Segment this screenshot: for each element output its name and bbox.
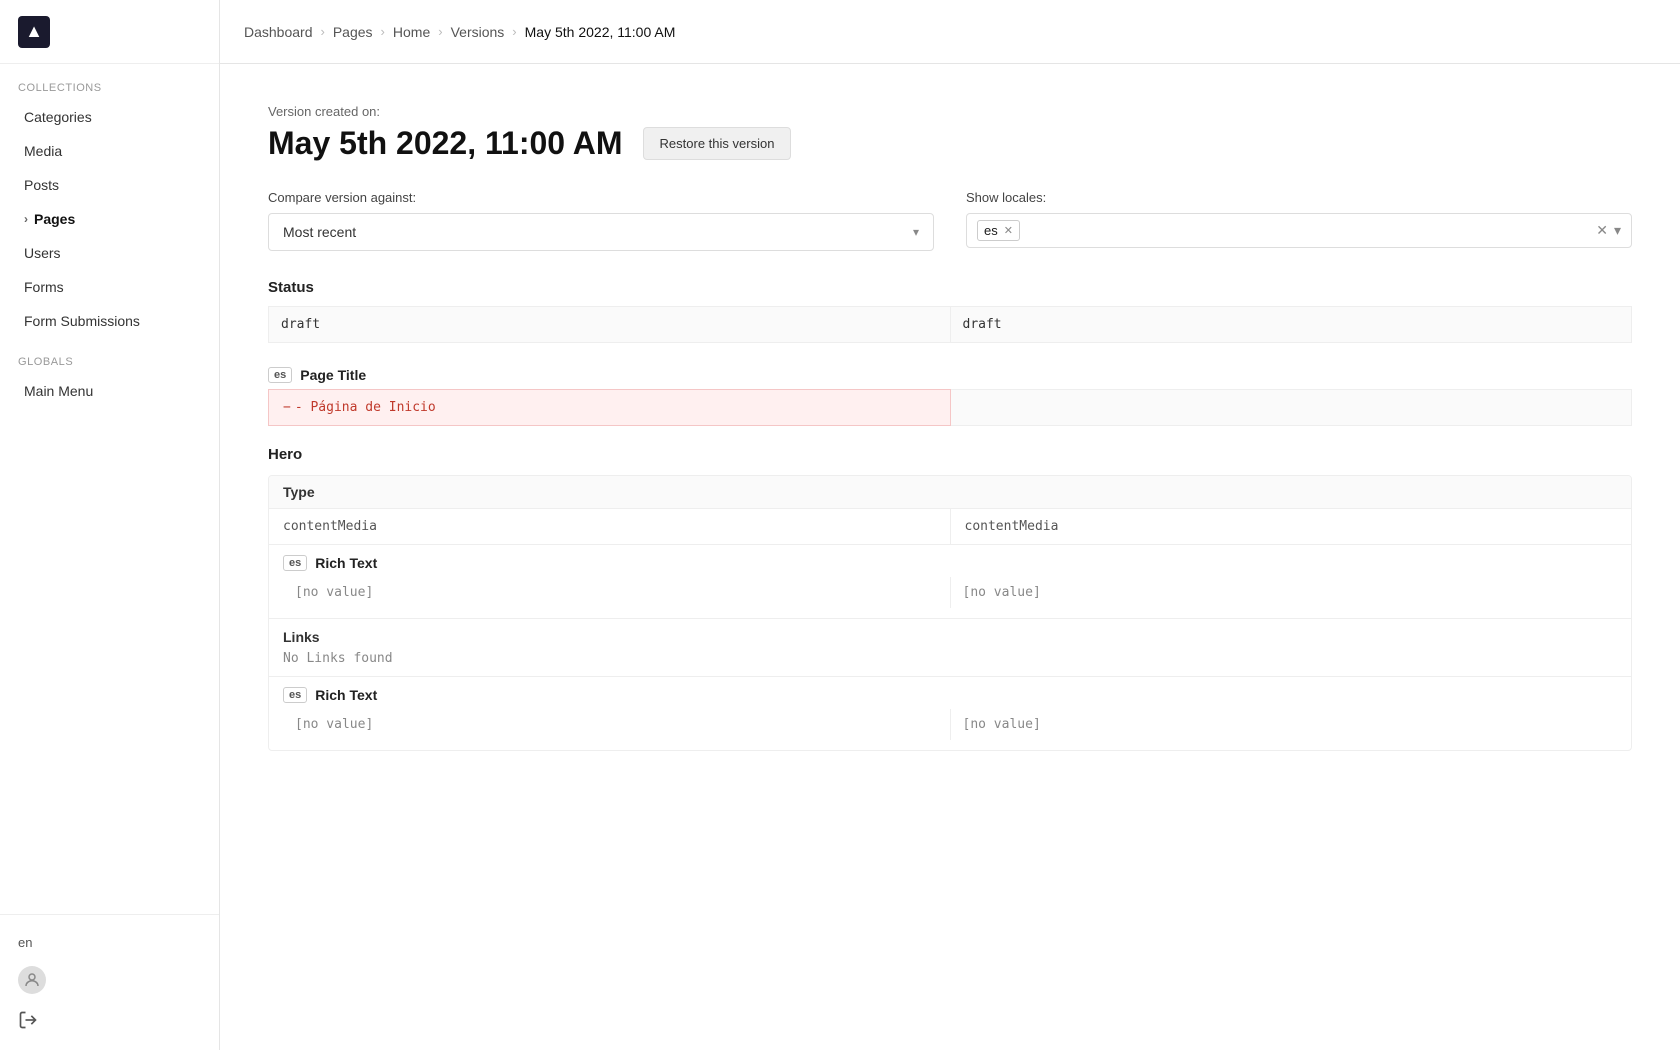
page-title-name: Page Title <box>300 367 366 383</box>
sidebar-item-media[interactable]: Media <box>6 135 213 167</box>
breadcrumb-dashboard[interactable]: Dashboard <box>244 24 313 40</box>
main-container: Dashboard › Pages › Home › Versions › Ma… <box>220 0 1680 1050</box>
breadcrumb-pages[interactable]: Pages <box>333 24 373 40</box>
hero-rich-text-2-section: es Rich Text [no value] [no value] <box>269 676 1631 750</box>
locale-chevron-down-icon[interactable]: ▾ <box>1614 222 1621 239</box>
hero-nested-block: Type contentMedia contentMedia es Rich T… <box>268 475 1632 751</box>
sidebar-item-form-submissions[interactable]: Form Submissions <box>6 305 213 337</box>
hero-section: Hero Type contentMedia contentMedia es R… <box>268 446 1632 751</box>
content-area: Version created on: May 5th 2022, 11:00 … <box>220 64 1680 1050</box>
locale-remove-es[interactable]: ✕ <box>1004 224 1013 237</box>
page-title-right <box>951 389 1633 426</box>
breadcrumb-home[interactable]: Home <box>393 24 430 40</box>
chevron-right-icon: › <box>24 212 28 226</box>
breadcrumb-sep-2: › <box>381 24 385 39</box>
compare-section: Compare version against: Most recent ▾ <box>268 190 934 251</box>
locale-clear-icon[interactable]: ✕ <box>1596 222 1608 239</box>
sidebar: ▲ Collections Categories Media Posts › P… <box>0 0 220 1050</box>
page-title-field: es Page Title −- Página de Inicio <box>268 367 1632 426</box>
sidebar-item-label: Form Submissions <box>24 313 140 329</box>
compare-label: Compare version against: <box>268 190 934 205</box>
compare-dropdown[interactable]: Most recent ▾ <box>268 213 934 251</box>
locale-section: Show locales: es ✕ ✕ ▾ <box>966 190 1632 248</box>
hero-type-right: contentMedia <box>950 509 1632 544</box>
hero-links-empty: No Links found <box>283 651 1617 666</box>
status-section: Status draft draft <box>268 279 1632 343</box>
collections-label: Collections <box>0 64 219 100</box>
hero-rich-text-1-name: Rich Text <box>315 555 377 571</box>
breadcrumb-sep-1: › <box>321 24 325 39</box>
hero-rich-text-1-header: es Rich Text <box>283 555 1617 571</box>
breadcrumb-current: May 5th 2022, 11:00 AM <box>525 24 676 40</box>
topbar: Dashboard › Pages › Home › Versions › Ma… <box>220 0 1680 64</box>
hero-rich-text-1-right: [no value] <box>950 577 1618 608</box>
hero-rich-text-2-left: [no value] <box>283 709 950 740</box>
breadcrumb: Dashboard › Pages › Home › Versions › Ma… <box>244 24 675 40</box>
sidebar-item-label: Forms <box>24 279 64 295</box>
hero-rich-text-2-name: Rich Text <box>315 687 377 703</box>
content-inner: Version created on: May 5th 2022, 11:00 … <box>220 64 1680 1050</box>
hero-type-header: Type <box>269 476 1631 509</box>
sidebar-item-label: Pages <box>34 211 75 227</box>
restore-version-button[interactable]: Restore this version <box>643 127 792 160</box>
page-title-left: −- Página de Inicio <box>268 389 951 426</box>
compare-selected: Most recent <box>283 224 356 240</box>
page-title-locale-badge: es <box>268 367 292 383</box>
locale-label: Show locales: <box>966 190 1632 205</box>
page-title-header: es Page Title <box>268 367 1632 383</box>
chevron-down-icon: ▾ <box>913 225 919 239</box>
sidebar-item-categories[interactable]: Categories <box>6 101 213 133</box>
status-label: Status <box>268 279 1632 296</box>
hero-rich-text-2-row: [no value] [no value] <box>283 709 1617 740</box>
status-right: draft <box>951 306 1633 343</box>
globals-label: Globals <box>0 338 219 374</box>
sidebar-bottom: en <box>0 914 219 1050</box>
hero-links-label: Links <box>283 629 1617 645</box>
hero-rich-text-2-locale: es <box>283 687 307 703</box>
version-title-row: May 5th 2022, 11:00 AM Restore this vers… <box>268 125 1632 162</box>
sidebar-logo: ▲ <box>0 0 219 64</box>
breadcrumb-sep-3: › <box>438 24 442 39</box>
sidebar-item-label: Main Menu <box>24 383 93 399</box>
breadcrumb-sep-4: › <box>512 24 516 39</box>
sidebar-user[interactable] <box>0 958 219 1002</box>
sidebar-item-label: Users <box>24 245 61 261</box>
diff-minus-icon: − <box>283 400 291 415</box>
logout-button[interactable] <box>0 1002 219 1038</box>
locale-controls: ✕ ▾ <box>1596 222 1621 239</box>
locale-value-es: es <box>984 223 998 238</box>
hero-type-left: contentMedia <box>269 509 950 544</box>
version-label: Version created on: <box>268 104 1632 119</box>
page-title-diff-row: −- Página de Inicio <box>268 389 1632 426</box>
status-row: draft draft <box>268 306 1632 343</box>
hero-title: Hero <box>268 446 1632 463</box>
locale-tag-es[interactable]: es ✕ <box>977 220 1020 241</box>
sidebar-item-label: Categories <box>24 109 92 125</box>
status-left: draft <box>268 306 951 343</box>
hero-rich-text-2-right: [no value] <box>950 709 1618 740</box>
hero-rich-text-1-section: es Rich Text [no value] [no value] <box>269 544 1631 618</box>
compare-row: Compare version against: Most recent ▾ S… <box>268 190 1632 251</box>
hero-links-section: Links No Links found <box>269 618 1631 676</box>
locale-box[interactable]: es ✕ ✕ ▾ <box>966 213 1632 248</box>
logo-icon[interactable]: ▲ <box>18 16 50 48</box>
version-title: May 5th 2022, 11:00 AM <box>268 125 623 162</box>
breadcrumb-versions[interactable]: Versions <box>451 24 505 40</box>
sidebar-item-label: Posts <box>24 177 59 193</box>
hero-rich-text-1-locale: es <box>283 555 307 571</box>
sidebar-item-pages[interactable]: › Pages <box>6 203 213 235</box>
sidebar-item-forms[interactable]: Forms <box>6 271 213 303</box>
sidebar-item-label: Media <box>24 143 62 159</box>
sidebar-lang: en <box>0 927 219 958</box>
sidebar-item-users[interactable]: Users <box>6 237 213 269</box>
hero-type-row: contentMedia contentMedia <box>269 509 1631 544</box>
sidebar-item-posts[interactable]: Posts <box>6 169 213 201</box>
sidebar-item-main-menu[interactable]: Main Menu <box>6 375 213 407</box>
hero-rich-text-2-header: es Rich Text <box>283 687 1617 703</box>
hero-rich-text-1-left: [no value] <box>283 577 950 608</box>
user-avatar-icon[interactable] <box>18 966 46 994</box>
hero-rich-text-1-row: [no value] [no value] <box>283 577 1617 608</box>
